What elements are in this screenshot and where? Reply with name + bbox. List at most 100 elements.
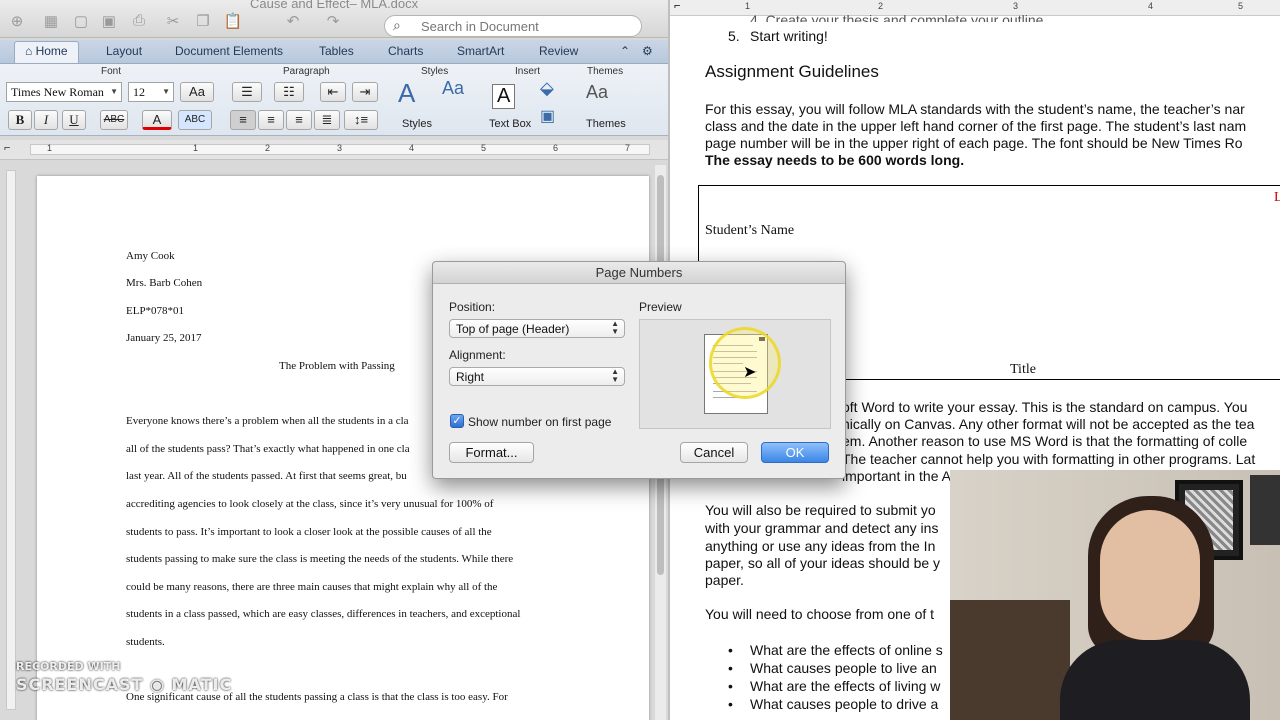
tab-home[interactable]: ⌂ Home	[14, 41, 79, 63]
tab-tables[interactable]: Tables	[319, 44, 354, 58]
sample-lastname: L	[1274, 190, 1280, 206]
topic-bullet: What are the effects of online s	[750, 642, 943, 658]
align-center-button[interactable]: ≡	[258, 110, 284, 130]
justify-button[interactable]: ≣	[314, 110, 340, 130]
sample-box-top	[698, 185, 1280, 186]
format-button[interactable]: Format...	[449, 442, 534, 463]
copy-icon[interactable]: ❐	[192, 12, 214, 30]
ribbon-settings-icon[interactable]: ⚙	[642, 44, 653, 58]
collapse-ribbon-icon[interactable]: ⌃	[620, 44, 630, 58]
doc-line: students.	[126, 636, 165, 648]
show-first-page-label[interactable]: Show number on first page	[468, 415, 611, 429]
doc-line: ELP*078*01	[126, 305, 185, 317]
templates-icon[interactable]: ▦	[40, 12, 62, 30]
position-label: Position:	[449, 300, 496, 314]
cut-icon[interactable]: ✂	[162, 12, 184, 30]
font-name-select[interactable]: Times New Roman ▼	[6, 82, 122, 102]
watermark-line2: SCREENCAST	[16, 675, 144, 694]
line-spacing-button[interactable]: ↕≡	[344, 110, 378, 130]
styles-icon[interactable]: A	[398, 78, 415, 109]
group-insert-label: Insert	[515, 66, 541, 77]
tab-layout[interactable]: Layout	[106, 44, 142, 58]
list-item-5: Start writing!	[750, 28, 828, 44]
doc-title-line: The Problem with Passing	[279, 360, 395, 372]
group-themes-label: Themes	[587, 66, 624, 77]
chevron-down-icon: ▼	[162, 87, 170, 96]
italic-button[interactable]: I	[34, 110, 58, 130]
doc-line: students passing to make sure the class …	[126, 553, 514, 565]
highlight-button[interactable]: ABC	[178, 110, 212, 130]
position-select[interactable]: Top of page (Header) ▲ ▼	[449, 319, 625, 338]
cancel-button[interactable]: Cancel	[680, 442, 748, 463]
horizontal-ruler[interactable]: ⌐ 1 1 2 3 4 5 6 7	[0, 140, 668, 160]
tab-review[interactable]: Review	[539, 44, 578, 58]
print-icon[interactable]: ⎙	[128, 12, 150, 30]
bullets-button[interactable]: ☰	[232, 82, 262, 102]
bold-button[interactable]: B	[8, 110, 32, 130]
group-styles-label: Styles	[421, 66, 449, 77]
guideline-line: class and the date in the upper left han…	[705, 118, 1247, 134]
guideline-line: oft Word to write your essay. This is th…	[842, 399, 1248, 415]
align-right-button[interactable]: ≡	[286, 110, 312, 130]
mouse-pointer-icon: ➤	[743, 364, 757, 381]
guideline-line: anything or use any ideas from the In	[705, 538, 936, 554]
tab-stop-icon[interactable]: ⌐	[674, 0, 680, 12]
doc-line: January 25, 2017	[126, 332, 202, 344]
change-case-button[interactable]: Aa	[180, 82, 214, 102]
vertical-ruler	[6, 170, 16, 710]
font-size-select[interactable]: 12 ▼	[128, 82, 174, 102]
underline-button[interactable]: U	[62, 110, 86, 130]
tab-smartart[interactable]: SmartArt	[457, 44, 504, 58]
group-font-label: Font	[101, 66, 122, 77]
text-box-label[interactable]: Text Box	[489, 118, 531, 130]
search-icon: ⌕	[393, 17, 401, 33]
preview-label: Preview	[639, 300, 682, 314]
updown-arrows-icon: ▲ ▼	[611, 319, 619, 336]
guideline-line: For this essay, you will follow MLA stan…	[705, 101, 1245, 117]
doc-line: could be many reasons, there are three m…	[126, 581, 498, 593]
picture-icon[interactable]: ▣	[540, 106, 555, 126]
topic-bullet: What are the effects of living w	[750, 678, 941, 694]
align-left-button[interactable]: ≡	[230, 110, 256, 130]
save-icon[interactable]: ▣	[98, 12, 120, 30]
search-placeholder: Search in Document	[421, 19, 539, 34]
sample-student-name: Student’s Name	[705, 223, 795, 238]
decrease-indent-button[interactable]: ⇤	[320, 82, 346, 102]
redo-icon[interactable]: ↷	[322, 12, 344, 30]
presenter-body	[1060, 640, 1250, 720]
themes-icon[interactable]: Aa	[586, 82, 608, 103]
styles-button-label[interactable]: Styles	[402, 118, 432, 130]
guideline-line: em. Another reason to use MS Word is tha…	[842, 433, 1248, 449]
tab-charts[interactable]: Charts	[388, 44, 423, 58]
text-box-icon[interactable]: A	[492, 84, 516, 109]
strikethrough-button[interactable]: ABC	[100, 110, 128, 130]
guideline-line: paper, so all of your ideas should be y	[705, 555, 941, 571]
new-doc-icon[interactable]: ⊕	[6, 12, 28, 30]
show-first-page-checkbox[interactable]: ✓	[450, 414, 464, 428]
tab-document-elements[interactable]: Document Elements	[175, 44, 283, 58]
undo-icon[interactable]: ↶	[282, 12, 304, 30]
watermark-line3: MATIC	[171, 675, 233, 694]
paste-icon[interactable]: 📋	[222, 12, 244, 30]
themes-button-label[interactable]: Themes	[586, 118, 626, 130]
bullet-icon: •	[728, 660, 733, 676]
doc-line: last year. All of the students passed. A…	[126, 470, 407, 482]
open-icon[interactable]: ▢	[70, 12, 92, 30]
doc-line: Mrs. Barb Cohen	[126, 277, 203, 289]
doc-line: Everyone knows there’s a problem when al…	[126, 415, 409, 427]
style-pane-icon[interactable]: Aa	[442, 78, 464, 99]
guideline-line: You will need to choose from one of t	[705, 606, 935, 622]
webcam-overlay	[950, 470, 1280, 720]
shape-icon[interactable]: ⬙	[540, 78, 554, 99]
tab-stop-icon[interactable]: ⌐	[4, 142, 10, 154]
guideline-line: nically on Canvas. Any other format will…	[842, 416, 1255, 432]
font-color-button[interactable]: A	[142, 110, 172, 130]
search-input[interactable]: ⌕ Search in Document	[384, 15, 642, 37]
ok-button[interactable]: OK	[761, 442, 829, 463]
screencast-watermark: RECORDED WITH SCREENCAST ◉ MATIC	[16, 660, 232, 694]
alignment-select[interactable]: Right ▲ ▼	[449, 367, 625, 386]
increase-indent-button[interactable]: ⇥	[352, 82, 378, 102]
numbering-button[interactable]: ☷	[274, 82, 304, 102]
dialog-title: Page Numbers	[433, 262, 845, 284]
doc-line: students to pass. It’s important to look…	[126, 526, 492, 538]
